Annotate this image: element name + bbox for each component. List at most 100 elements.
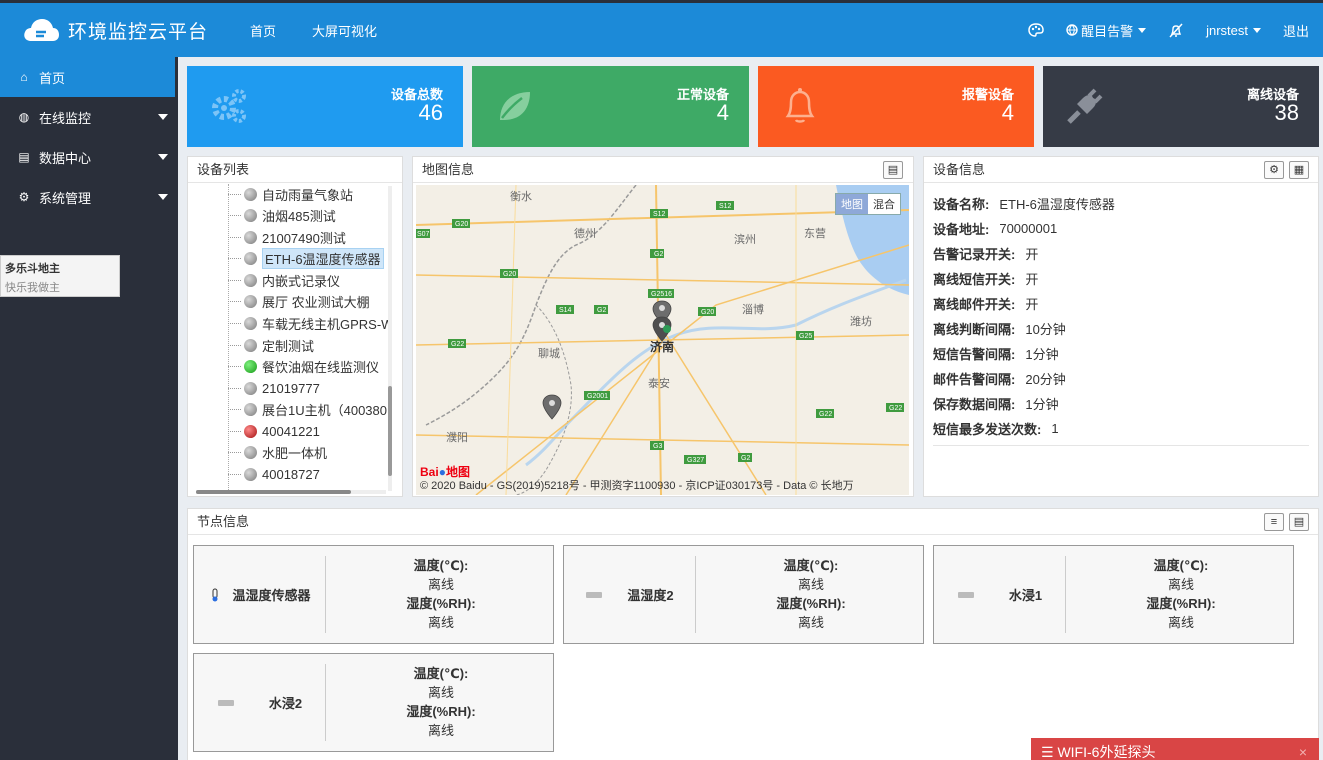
svg-text:东营: 东营 [804,226,826,240]
logo[interactable]: 环境监控云平台 [22,17,250,44]
sensor-icon [957,591,974,598]
tree-item-selected[interactable]: ETH-6温湿度传感器 [228,248,384,269]
horizontal-scrollbar[interactable] [196,490,386,494]
svg-text:衡水: 衡水 [510,190,532,203]
ad-subtitle: 快乐我做主 [5,282,60,294]
tree-item[interactable]: 水肥一体机 [228,442,327,463]
map-type-toggle[interactable]: 地图 混合 [835,193,901,215]
tree-item[interactable]: 21007490测试 [228,227,346,248]
tree-item[interactable]: 展厅 农业测试大棚 [228,291,370,312]
map-type-hybrid[interactable]: 混合 [868,194,900,214]
home-icon: ⌂ [20,70,28,84]
stat-value: 38 [1274,100,1299,125]
tree-item[interactable]: 车载无线主机GPRS-W [228,313,388,334]
vertical-scrollbar[interactable] [388,186,392,491]
tree-item[interactable]: 展台1U主机（400380 [228,399,387,420]
status-dot-icon [244,274,257,287]
sidebar-item-label: 首页 [39,70,66,86]
device-tree[interactable]: 自动雨量气象站 油烟485测试 21007490测试 ETH-6温湿度传感器 内… [188,184,388,494]
node-values: 温度(℃): 离线 湿度(%RH): 离线 [406,558,476,630]
svg-text:G327: G327 [687,457,704,464]
svg-text:G22: G22 [819,411,832,418]
alarm-dropdown[interactable]: 醒目告警 [1066,21,1147,40]
wifi-popup[interactable]: ☰ WIFI-6外延探头 × [1031,738,1319,760]
settings-button[interactable]: ⚙ [1264,161,1284,179]
caret-down-icon [158,154,168,160]
svg-text:泰安: 泰安 [648,376,670,390]
caret-down-icon [158,194,168,200]
sidebar-item-data[interactable]: ▤ 数据中心 [0,137,178,177]
tree-item[interactable]: 内嵌式记录仪 [228,270,340,291]
stat-value: 46 [418,100,443,125]
tree-item[interactable]: 定制测试 [228,335,314,356]
panel-title: 设备列表 [188,157,402,183]
node-card[interactable]: 水浸2 温度(℃): 离线 湿度(%RH): 离线 [193,653,554,752]
tree-item[interactable]: 40041221 [228,421,320,442]
bell-slash-icon[interactable] [1168,22,1184,38]
user-dropdown[interactable]: jnrstest [1206,23,1261,38]
scrollbar-thumb[interactable] [196,490,351,494]
globe-icon: ◍ [18,110,30,124]
node-name-cell: 温湿度传感器 [194,556,326,633]
list-view-button[interactable]: ≡ [1264,513,1284,531]
stat-offline[interactable]: 离线设备 38 [1043,66,1319,147]
node-card[interactable]: 温湿度2 温度(℃): 离线 湿度(%RH): 离线 [563,545,924,644]
panel-title: 地图信息 [413,157,913,183]
tree-item[interactable]: 餐饮油烟在线监测仪 [228,356,379,377]
node-values: 温度(℃): 离线 湿度(%RH): 离线 [1146,558,1216,630]
keyboard-button[interactable]: ▦ [1289,161,1309,179]
svg-text:G2001: G2001 [587,393,608,400]
sidebar-item-home[interactable]: ⌂ 首页 [0,57,178,97]
nav-home[interactable]: 首页 [250,21,276,40]
header-right: 醒目告警 jnrstest 退出 [1006,21,1309,40]
chevron-down-icon [1138,27,1147,33]
globe-icon [1066,24,1078,36]
node-card[interactable]: 温湿度传感器 温度(℃): 离线 湿度(%RH): 离线 [193,545,554,644]
scrollbar-thumb[interactable] [388,386,392,476]
alarm-label: 醒目告警 [1081,23,1134,39]
map-canvas[interactable]: G20 S12 S12 G2 G20 G2516 S14 G2 G20 G22 … [416,185,909,495]
device-info-panel: 设备信息 ⚙ ▦ 设备名称: ETH-6温湿度传感器 设备地址: 70000001 … [923,156,1319,497]
stat-total[interactable]: 设备总数 46 [187,66,463,147]
stat-normal[interactable]: 正常设备 4 [472,66,749,147]
svg-text:S12: S12 [719,203,732,210]
info-row: 离线短信开关: 开 [933,272,1039,287]
panel-title: 设备信息 [924,157,1318,183]
sidebar-item-system[interactable]: ⚙ 系统管理 [0,177,178,217]
list-icon: ☰ [1041,744,1058,760]
sensor-icon [586,591,603,598]
node-values: 温度(℃): 离线 湿度(%RH): 离线 [406,666,476,738]
info-list: 设备名称: ETH-6温湿度传感器 设备地址: 70000001 告警记录开关: 开 … [933,191,1309,446]
ad-card[interactable]: 多乐斗地主 快乐我做主 [0,255,120,297]
divider [933,445,1309,446]
tree-item[interactable]: 40018727 [228,464,320,485]
bell-icon [785,88,815,123]
info-row: 告警记录开关: 开 [933,247,1039,262]
palette-icon[interactable] [1028,23,1044,37]
map-type-map[interactable]: 地图 [836,194,868,214]
stat-value: 4 [716,100,729,125]
tree-item[interactable]: 油烟485测试 [228,205,336,226]
ad-title: 多乐斗地主 [5,263,60,275]
svg-text:G20: G20 [503,271,516,278]
stat-alarm[interactable]: 报警设备 4 [758,66,1034,147]
sidebar-item-monitor[interactable]: ◍ 在线监控 [0,97,178,137]
fullscreen-button[interactable]: ▤ [1289,513,1309,531]
status-dot-icon [244,188,257,201]
status-dot-icon [244,446,257,459]
close-icon[interactable]: × [1299,738,1307,760]
info-row: 短信最多发送次数: 1 [933,421,1059,437]
tree-item[interactable]: 自动雨量气象站 [228,184,353,205]
tree-item[interactable]: 21019777 [228,378,320,399]
node-card[interactable]: 水浸1 温度(℃): 离线 湿度(%RH): 离线 [933,545,1294,644]
svg-text:G20: G20 [455,221,468,228]
logout-button[interactable]: 退出 [1283,21,1309,40]
fullscreen-button[interactable]: ▤ [883,161,903,179]
app-title: 环境监控云平台 [68,21,209,43]
node-name-cell: 温湿度2 [564,556,696,633]
status-dot-icon [244,468,257,481]
svg-text:潍坊: 潍坊 [850,314,872,328]
nav-bigscreen[interactable]: 大屏可视化 [312,21,377,40]
node-values: 温度(℃): 离线 湿度(%RH): 离线 [776,558,846,630]
plug-icon [1067,88,1103,124]
